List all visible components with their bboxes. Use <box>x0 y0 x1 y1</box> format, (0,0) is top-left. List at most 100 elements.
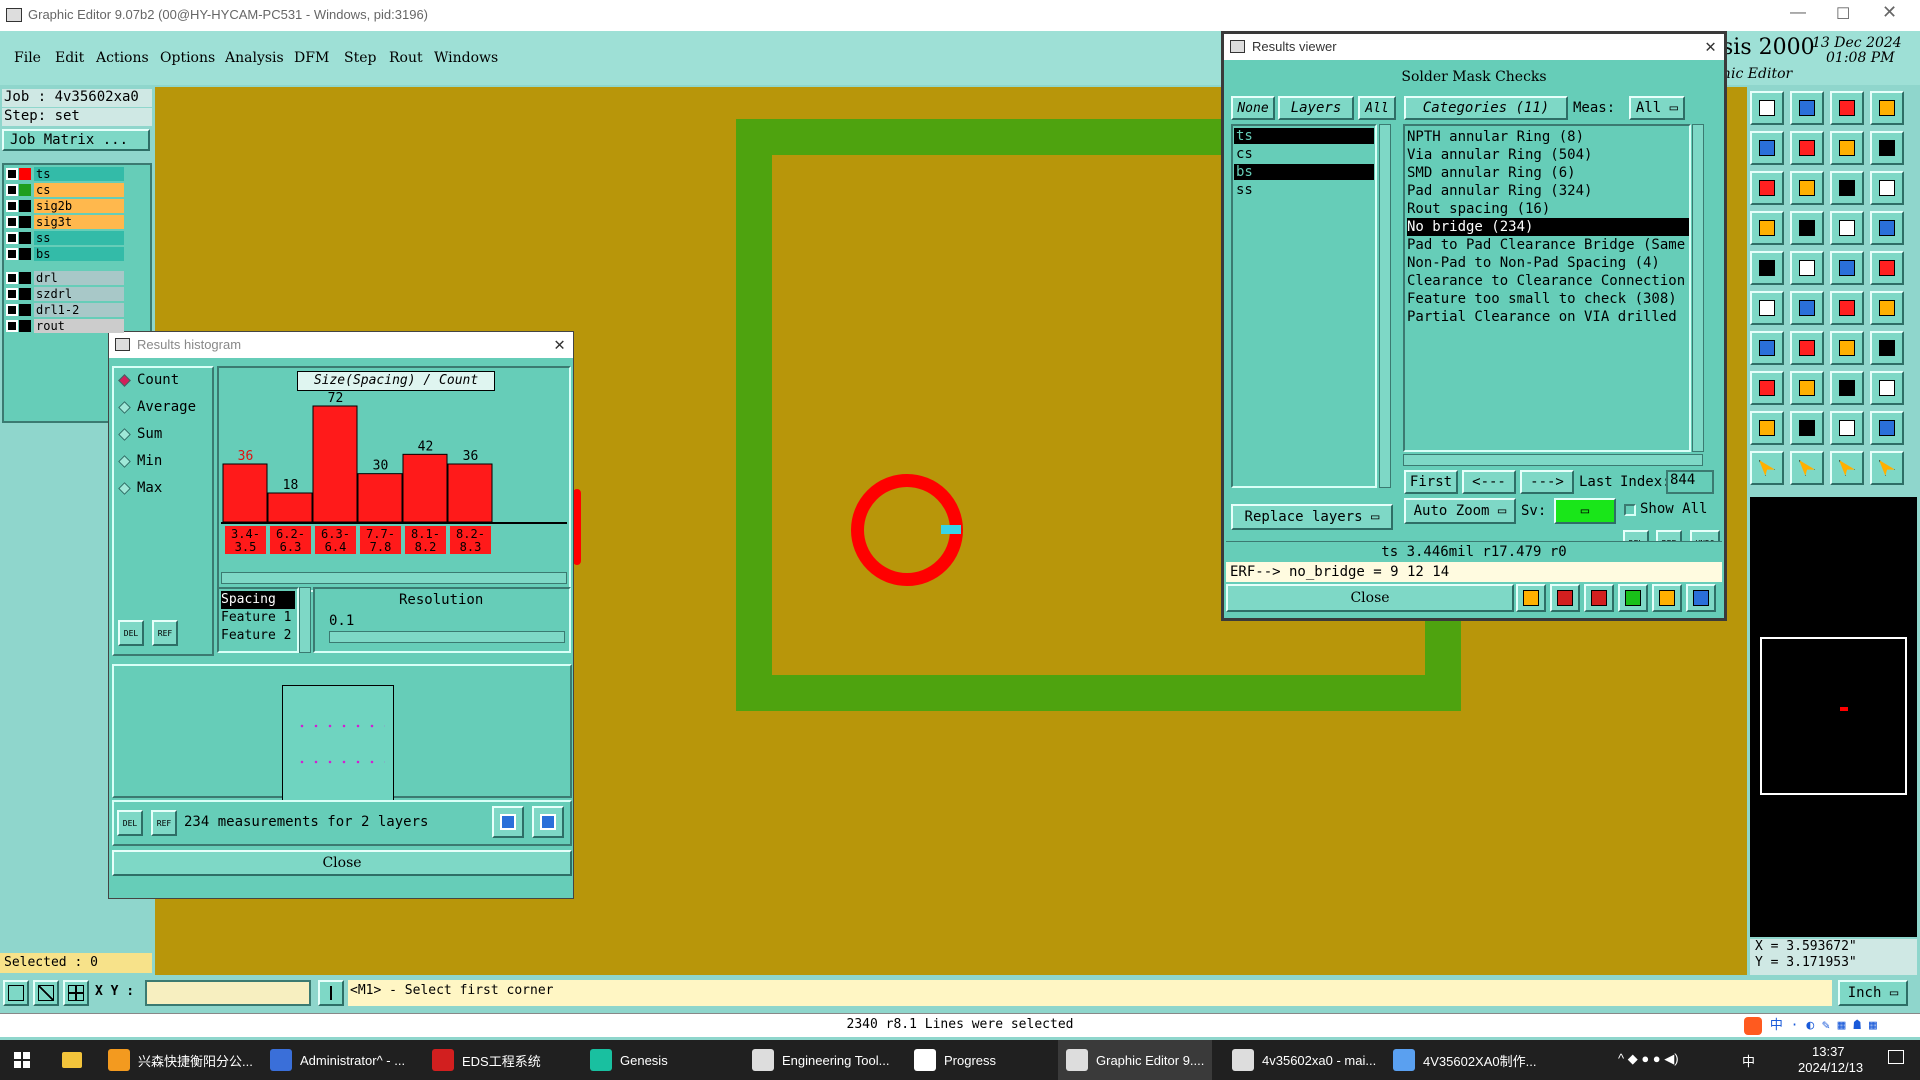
layer-checkbox[interactable] <box>6 303 18 316</box>
tool-fit-icon[interactable] <box>1750 171 1784 205</box>
layer-row-szdrl[interactable]: szdrl <box>6 286 124 301</box>
menu-analysis[interactable]: Analysis <box>225 50 284 66</box>
tool-pointer2-icon[interactable] <box>1790 451 1824 485</box>
histogram-bar[interactable] <box>312 405 358 523</box>
tool-pointer4-icon[interactable] <box>1870 451 1904 485</box>
tool-tri-icon[interactable] <box>1790 411 1824 445</box>
tray-ime[interactable]: 中 <box>1742 1051 1755 1070</box>
replace-layers-select[interactable]: Replace layers ▭ <box>1231 504 1393 530</box>
next-button[interactable]: ---> <box>1520 470 1574 494</box>
layer-checkbox[interactable] <box>6 287 18 300</box>
show-all-checkbox[interactable] <box>1624 504 1636 516</box>
layer-checkbox[interactable] <box>6 231 18 244</box>
histogram-scrollbar[interactable] <box>221 572 567 584</box>
auto-zoom-select[interactable]: Auto Zoom ▭ <box>1404 498 1516 524</box>
notification-icon[interactable] <box>1888 1050 1904 1064</box>
tool-layers-icon[interactable] <box>1790 211 1824 245</box>
violation-marker[interactable] <box>941 525 961 534</box>
menu-options[interactable]: Options <box>160 50 215 66</box>
tool-tri2-icon[interactable] <box>1830 411 1864 445</box>
list-item[interactable]: Feature 2 <box>221 627 295 645</box>
tool-pen-icon[interactable] <box>1790 251 1824 285</box>
tool-ruler-icon[interactable] <box>1830 251 1864 285</box>
layer-checkbox[interactable] <box>6 247 18 260</box>
histogram-bar[interactable] <box>402 453 448 523</box>
tool-zoom-out-icon[interactable] <box>1790 131 1824 165</box>
cursor-mode-icon[interactable] <box>318 980 344 1006</box>
layer-checkbox[interactable] <box>6 167 18 180</box>
layer-row-ts[interactable]: ts <box>6 166 124 181</box>
grid-icon[interactable] <box>1618 584 1648 612</box>
category-item[interactable]: Rout spacing (16) <box>1407 200 1687 218</box>
menu-step[interactable]: Step <box>344 50 376 66</box>
tool-pin-icon[interactable] <box>1750 371 1784 405</box>
layer-list-scrollbar[interactable] <box>1379 124 1391 488</box>
taskbar-item[interactable]: Administrator^ - ... <box>270 1040 405 1080</box>
last-button[interactable]: Last <box>1579 474 1613 490</box>
layer-checkbox[interactable] <box>6 183 18 196</box>
close-icon[interactable]: ✕ <box>1882 2 1897 23</box>
layer-row-bs[interactable]: bs <box>6 246 124 261</box>
layer-row-ss[interactable]: ss <box>6 230 124 245</box>
tool-copy-icon[interactable] <box>1790 91 1824 125</box>
categories-hscroll[interactable] <box>1403 454 1703 466</box>
category-item[interactable]: Non-Pad to Non-Pad Spacing (4) <box>1407 254 1687 272</box>
layer-checkbox[interactable] <box>6 215 18 228</box>
tool-pad-icon[interactable] <box>1750 251 1784 285</box>
layer-row-sig2b[interactable]: sig2b <box>6 198 124 213</box>
menu-actions[interactable]: Actions <box>96 50 149 66</box>
resolution-slider[interactable] <box>329 631 565 643</box>
tool-pointer-icon[interactable] <box>1750 451 1784 485</box>
layers-none-button[interactable]: None <box>1231 96 1275 120</box>
histogram-icon[interactable] <box>1686 584 1716 612</box>
tool-zoom-in-icon[interactable] <box>1750 131 1784 165</box>
layers-all-button[interactable]: All <box>1358 96 1396 120</box>
stat-option-min[interactable]: Min <box>118 453 162 469</box>
first-button[interactable]: First <box>1404 470 1458 494</box>
layer-checkbox[interactable] <box>6 319 18 332</box>
stat-option-count[interactable]: Count <box>118 372 179 388</box>
tool-scale-icon[interactable] <box>1830 171 1864 205</box>
tool-pan-icon[interactable] <box>1830 131 1864 165</box>
job-matrix-button[interactable]: Job Matrix ... <box>2 129 150 151</box>
taskbar-item[interactable]: Progress <box>914 1040 996 1080</box>
tool-dash-icon[interactable] <box>1790 371 1824 405</box>
tool-help-icon[interactable] <box>1870 171 1904 205</box>
category-item[interactable]: NPTH annular Ring (8) <box>1407 128 1687 146</box>
layer-row-drl1-2[interactable]: drl1-2 <box>6 302 124 317</box>
layer-list-item[interactable]: ts <box>1234 128 1374 144</box>
menu-file[interactable]: File <box>14 50 41 66</box>
tool-connect-icon[interactable] <box>1830 291 1864 325</box>
layer-checkbox[interactable] <box>6 271 18 284</box>
prev-button[interactable]: <--- <box>1462 470 1516 494</box>
meas-select[interactable]: All ▭ <box>1629 96 1685 120</box>
layer-row-rout[interactable]: rout <box>6 318 124 333</box>
tool-tri3-icon[interactable] <box>1870 411 1904 445</box>
histogram-bar[interactable] <box>267 492 313 523</box>
tool-cell-icon[interactable] <box>1870 371 1904 405</box>
ime-tray[interactable]: 中 · ◐ ✎ ▦ ☗ ▦ <box>1744 1016 1920 1036</box>
layer-list-item[interactable]: ss <box>1234 182 1374 198</box>
export-1-icon[interactable] <box>492 806 524 838</box>
file-explorer-icon[interactable] <box>62 1052 82 1068</box>
menu-dfm[interactable]: DFM <box>294 50 329 66</box>
category-item[interactable]: SMD annular Ring (6) <box>1407 164 1687 182</box>
stat-option-average[interactable]: Average <box>118 399 196 415</box>
tool-select-icon[interactable] <box>1830 211 1864 245</box>
tool-move-icon[interactable] <box>1750 91 1784 125</box>
category-item[interactable]: Pad annular Ring (324) <box>1407 182 1687 200</box>
tool-line-icon[interactable] <box>1790 331 1824 365</box>
spacing-list-scrollbar[interactable] <box>299 587 311 653</box>
maximize-icon[interactable]: ☐ <box>1836 4 1850 24</box>
tool-snap-icon[interactable] <box>1870 131 1904 165</box>
tool-rotate-icon[interactable] <box>1830 91 1864 125</box>
menu-windows[interactable]: Windows <box>434 50 498 66</box>
viewer-close-button[interactable]: Close <box>1226 584 1514 612</box>
status-tool-2-icon[interactable] <box>33 980 59 1006</box>
stat-option-max[interactable]: Max <box>118 480 162 496</box>
tool-delta-icon[interactable] <box>1750 411 1784 445</box>
list-item[interactable]: Feature 1 <box>221 609 295 627</box>
category-item[interactable]: Clearance to Clearance Connection <box>1407 272 1687 290</box>
histogram-bar[interactable] <box>447 463 493 523</box>
units-select[interactable]: Inch ▭ <box>1838 980 1908 1006</box>
